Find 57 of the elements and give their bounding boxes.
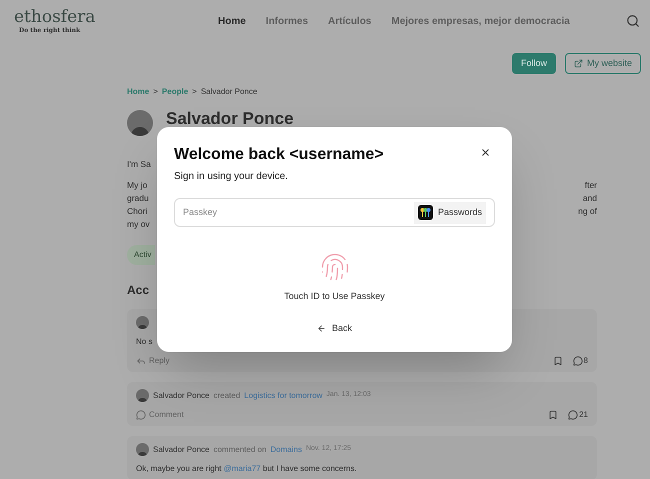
breadcrumb-current[interactable]: Salvador Ponce xyxy=(200,86,258,98)
bio-text: fter xyxy=(584,179,597,192)
avatar xyxy=(136,389,149,402)
avatar xyxy=(127,110,153,136)
logo[interactable]: ethosfera xyxy=(14,8,194,26)
avatar xyxy=(136,443,149,456)
bio-text: ng of xyxy=(578,205,597,218)
post-link[interactable]: Logistics for tomorrow xyxy=(244,390,322,402)
external-link-icon xyxy=(574,59,583,68)
bio-text: Chori xyxy=(127,205,148,218)
avatar xyxy=(136,316,149,329)
status-badge: Activ xyxy=(127,245,156,265)
comment-icon xyxy=(136,410,146,420)
intro-text: I'm Sa xyxy=(127,158,152,171)
dialog-subtitle: Sign in using your device. xyxy=(174,170,289,184)
follow-button[interactable]: Follow xyxy=(512,53,556,74)
comments-count[interactable]: 21 xyxy=(568,409,588,421)
bookmark-icon[interactable] xyxy=(548,410,558,420)
comment-icon xyxy=(572,356,583,366)
passwords-button[interactable]: Passwords xyxy=(414,202,486,224)
comments-count[interactable]: 8 xyxy=(572,355,588,367)
arrow-left-icon xyxy=(316,324,326,333)
post-link[interactable]: Domains xyxy=(270,444,302,456)
activity-verb: created xyxy=(213,390,240,402)
nav-link[interactable]: Home xyxy=(218,14,246,28)
breadcrumb-link[interactable]: People xyxy=(162,86,188,98)
author-name[interactable]: Salvador Ponce xyxy=(153,390,210,402)
close-icon[interactable] xyxy=(480,147,491,158)
reply-icon xyxy=(136,356,146,366)
passkey-field[interactable]: Passkey Passwords xyxy=(174,198,495,227)
action-button[interactable]: Comment xyxy=(136,409,184,421)
search-icon[interactable] xyxy=(626,14,640,28)
comment-text: Ok, maybe you are right @maria77 but I have some concerns. xyxy=(136,463,358,475)
comment-icon xyxy=(568,410,578,420)
keys-app-icon xyxy=(418,205,433,220)
action-button[interactable]: Reply xyxy=(136,355,170,367)
section-title: Acc xyxy=(127,282,150,299)
mention-link[interactable]: @maria77 xyxy=(224,464,261,473)
author-name[interactable]: Salvador Ponce xyxy=(153,444,210,456)
website-button[interactable]: My website xyxy=(564,53,641,74)
breadcrumb-link[interactable]: Home xyxy=(127,86,150,98)
touch-id-label: Touch ID to Use Passkey xyxy=(284,290,385,303)
dialog-title: Welcome back <username> xyxy=(174,145,384,165)
nav-link[interactable]: Artículos xyxy=(328,14,372,28)
breadcrumb-separator: > xyxy=(192,86,197,98)
bio-text: My jo xyxy=(127,179,148,192)
breadcrumb-separator: > xyxy=(153,86,158,98)
comment-text: No s xyxy=(136,336,152,348)
bookmark-icon[interactable] xyxy=(552,356,563,366)
bio-text: my ov xyxy=(127,218,150,231)
bio-text: gradu xyxy=(127,192,149,205)
nav-link[interactable]: Mejores empresas, mejor democracia xyxy=(391,14,570,28)
profile-name: Salvador Ponce xyxy=(166,110,294,128)
nav-link[interactable]: Informes xyxy=(266,14,308,28)
back-button[interactable]: Back xyxy=(316,322,352,335)
activity-verb: commented on xyxy=(213,444,266,456)
bio-text: and xyxy=(582,192,597,205)
